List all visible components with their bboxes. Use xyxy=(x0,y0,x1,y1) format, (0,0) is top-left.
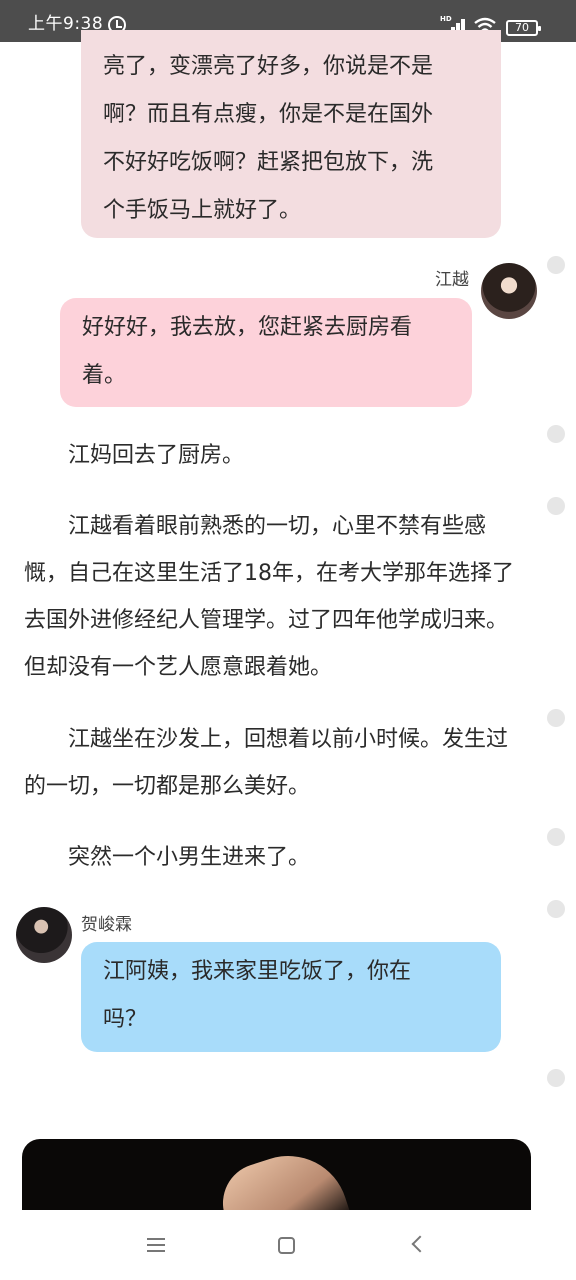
comment-dot[interactable] xyxy=(547,1069,565,1087)
narration-paragraph: 江妈回去了厨房。 xyxy=(68,443,245,468)
narration-paragraph: 江越看着眼前熟悉的一切，心里不禁有些感慨，自己在这里生活了18年，在考大学那年选… xyxy=(24,514,514,680)
chat-bubble-jiang: 好好好，我去放，您赶紧去厨房看 着。 xyxy=(60,298,472,407)
chat-bubble-he: 江阿姨，我来家里吃饭了，你在 吗？ xyxy=(81,942,501,1052)
bubble-line: 着。 xyxy=(82,363,127,388)
speaker-name-jiang: 江越 xyxy=(435,270,469,290)
bubble-line: 江阿姨，我来家里吃饭了，你在 xyxy=(103,959,412,984)
narration-paragraph: 江越坐在沙发上，回想着以前小时候。发生过的一切，一切都是那么美好。 xyxy=(24,727,509,799)
comment-dot[interactable] xyxy=(547,497,565,515)
speaker-name-he: 贺峻霖 xyxy=(81,915,132,935)
battery-level: 70 xyxy=(515,21,529,34)
comment-dot[interactable] xyxy=(547,256,565,274)
home-icon[interactable] xyxy=(278,1237,295,1254)
bubble-line: 好好好，我去放，您赶紧去厨房看 xyxy=(82,315,413,340)
comment-dot[interactable] xyxy=(547,900,565,918)
back-icon[interactable] xyxy=(411,1235,429,1253)
comment-dot[interactable] xyxy=(547,425,565,443)
bubble-line: 个手饭马上就好了。 xyxy=(103,198,302,223)
comment-dot[interactable] xyxy=(547,709,565,727)
comment-dot[interactable] xyxy=(547,828,565,846)
narration-paragraph: 突然一个小男生进来了。 xyxy=(68,845,311,870)
bubble-line: 吗？ xyxy=(103,1007,148,1032)
battery-icon: 70 xyxy=(506,20,541,36)
avatar-jiang[interactable] xyxy=(481,263,537,319)
chat-bubble-mother: 亮了，变漂亮了好多，你说是不是 啊？而且有点瘦，你是不是在国外 不好好吃饭啊？赶… xyxy=(81,30,501,238)
navigation-bar xyxy=(0,1210,576,1280)
bubble-line: 亮了，变漂亮了好多，你说是不是 xyxy=(103,54,434,79)
bubble-line: 不好好吃饭啊？赶紧把包放下，洗 xyxy=(103,150,434,175)
avatar-he[interactable] xyxy=(16,907,72,963)
bubble-line: 啊？而且有点瘦，你是不是在国外 xyxy=(103,102,434,127)
menu-icon[interactable] xyxy=(147,1238,165,1252)
